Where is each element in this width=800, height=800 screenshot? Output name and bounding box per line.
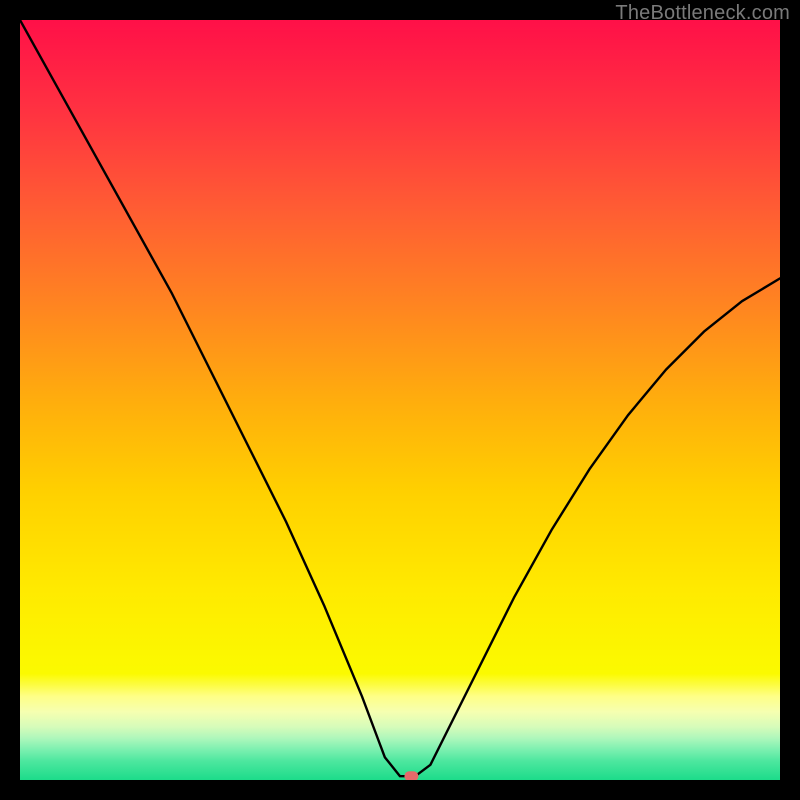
chart-frame: TheBottleneck.com xyxy=(0,0,800,800)
optimal-marker xyxy=(404,771,418,780)
plot-area xyxy=(20,20,780,780)
watermark-text: TheBottleneck.com xyxy=(615,2,790,25)
gradient-background xyxy=(20,20,780,780)
chart-svg xyxy=(20,20,780,780)
